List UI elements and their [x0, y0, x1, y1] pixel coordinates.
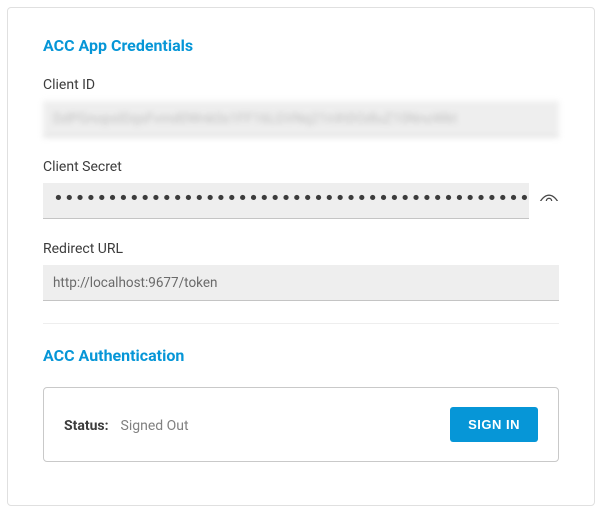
settings-card: ACC App Credentials Client ID DdPGnopslD… [7, 7, 595, 506]
redirect-url-input[interactable]: http://localhost:9677/token [43, 265, 559, 301]
client-secret-field: Client Secret ••••••••••••••••••••••••••… [43, 159, 559, 219]
client-id-field: Client ID DdPGnopslDqsFvmd0Wnk0s1FF16LGV… [43, 77, 559, 137]
client-id-label: Client ID [43, 77, 559, 93]
redirect-url-field: Redirect URL http://localhost:9677/token [43, 241, 559, 301]
eye-icon [539, 194, 559, 208]
authentication-title: ACC Authentication [43, 346, 559, 365]
client-secret-label: Client Secret [43, 159, 559, 175]
status-label: Status: [64, 418, 109, 434]
client-id-input[interactable]: DdPGnopslDqsFvmd0Wnk0s1FF16LGVNq21nXt0Od… [43, 101, 559, 137]
status-value: Signed Out [121, 418, 189, 434]
redirect-url-label: Redirect URL [43, 241, 559, 257]
status-text: Status: Signed Out [64, 415, 189, 434]
toggle-secret-visibility-button[interactable] [529, 194, 559, 208]
client-secret-input[interactable]: ••••••••••••••••••••••••••••••••••••••••… [43, 183, 529, 219]
section-divider [43, 323, 559, 324]
sign-in-button[interactable]: SIGN IN [450, 407, 538, 442]
credentials-title: ACC App Credentials [43, 36, 559, 55]
authentication-box: Status: Signed Out SIGN IN [43, 387, 559, 462]
